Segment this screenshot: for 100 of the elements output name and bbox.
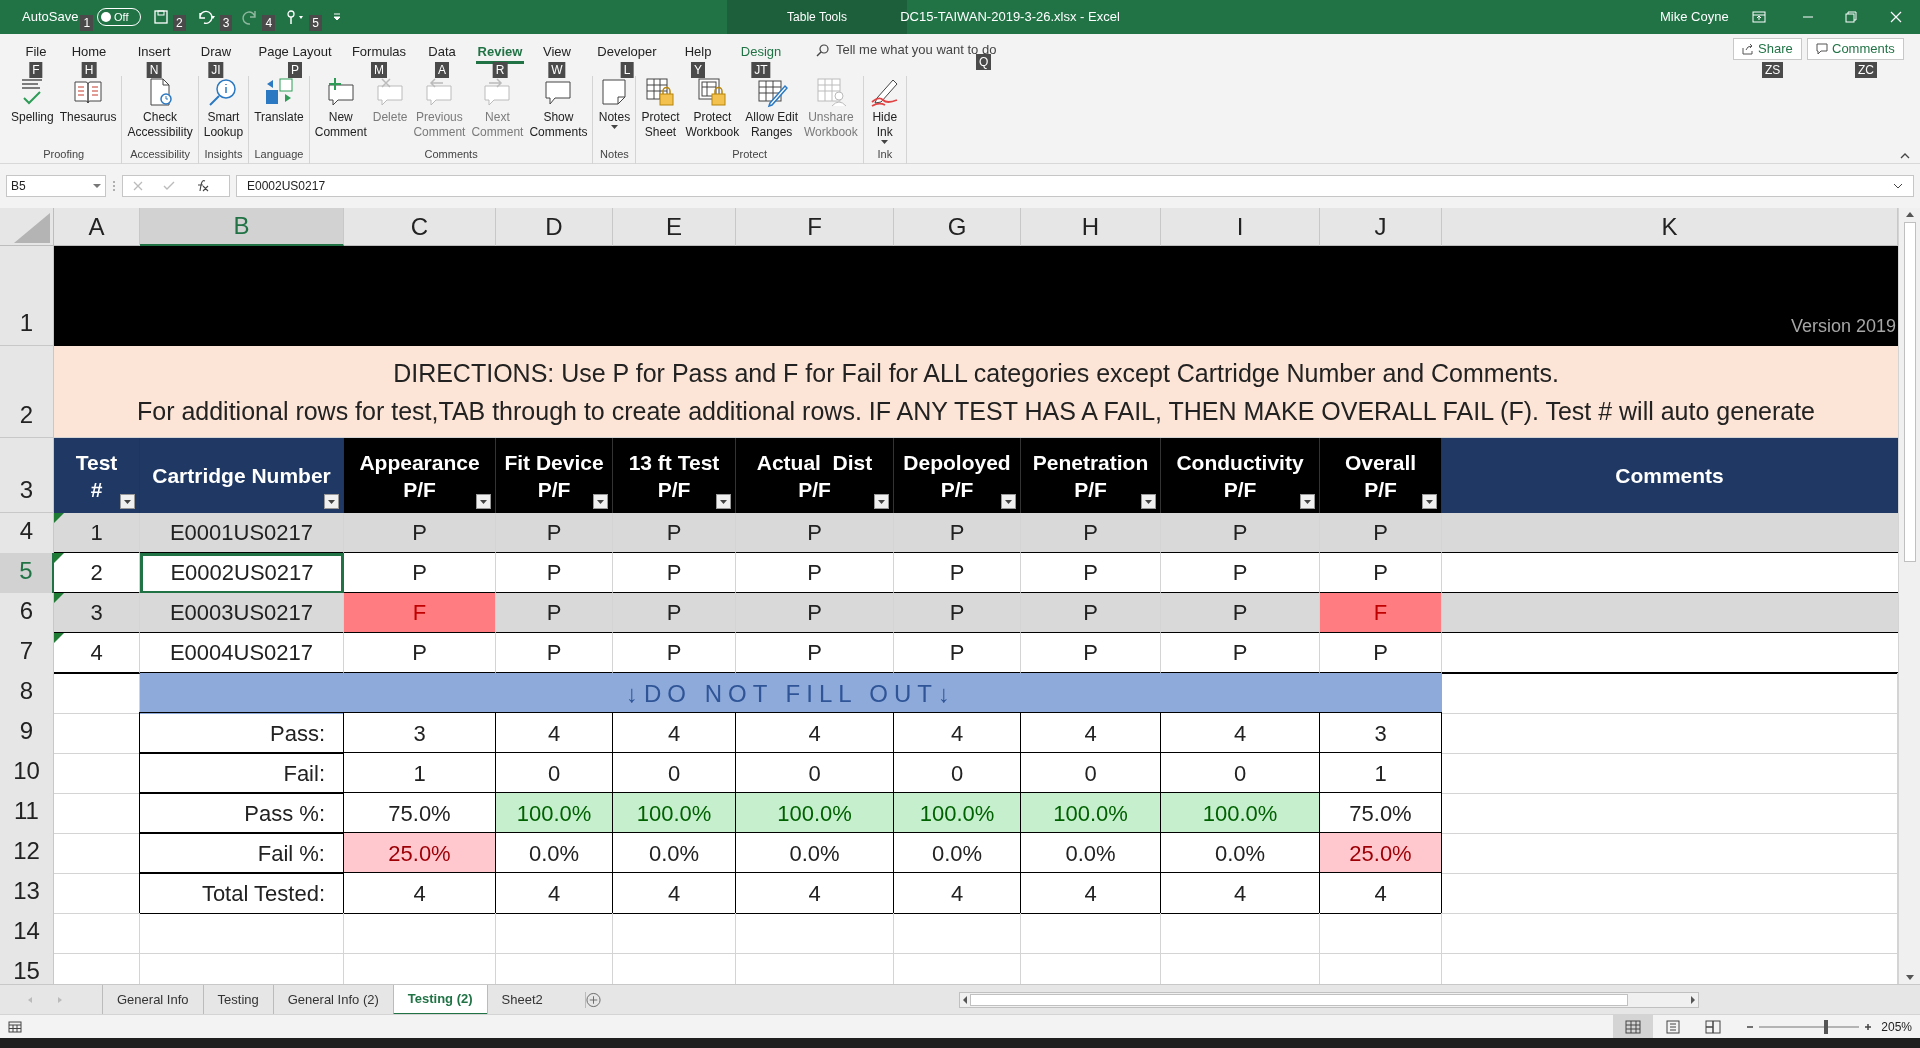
zoom-level[interactable]: 205% — [1881, 1017, 1912, 1036]
ribbon-button[interactable]: Hide Ink — [865, 76, 904, 145]
table-header-cell: 13 ft Test P/F — [613, 438, 736, 513]
table-header-cell: Cartridge Number — [140, 438, 344, 513]
filter-dropdown-icon[interactable] — [593, 494, 608, 509]
scrollbar-thumb[interactable] — [1903, 222, 1916, 562]
insert-function-icon[interactable] — [195, 180, 209, 192]
ribbon-tab[interactable]: Page Layout — [256, 36, 334, 64]
filter-dropdown-icon[interactable] — [476, 494, 491, 509]
table-cell: 100.0% — [1160, 792, 1320, 834]
ribbon-tab[interactable]: Developer — [595, 36, 659, 64]
table-cell[interactable]: E0002US0217 — [140, 553, 344, 594]
table-header-cell: Actual Dist P/F — [736, 438, 894, 513]
filter-dropdown-icon[interactable] — [1001, 494, 1016, 509]
close-icon[interactable] — [1890, 11, 1902, 23]
view-button[interactable] — [1613, 1014, 1654, 1039]
ribbon-tab[interactable]: Home — [69, 36, 109, 64]
ribbon-button[interactable]: Thesaurus — [56, 76, 120, 125]
row-header[interactable]: 13 — [0, 873, 54, 914]
table-cell: P — [894, 593, 1021, 634]
table-cell: 25.0% — [1319, 832, 1442, 874]
ribbon-tab[interactable]: Help — [682, 36, 714, 64]
touch-mode-button[interactable] — [285, 9, 306, 25]
filter-dropdown-icon[interactable] — [1141, 494, 1156, 509]
scroll-up-icon[interactable] — [1904, 210, 1915, 218]
customize-icon[interactable] — [331, 12, 342, 22]
table-cell: P — [344, 513, 496, 554]
table-cell: P — [344, 553, 496, 594]
table-cell: 3 — [1319, 712, 1442, 754]
ribbon-tab[interactable]: View — [541, 36, 573, 64]
zoom-in-icon[interactable] — [1863, 1021, 1874, 1032]
filter-dropdown-icon[interactable] — [324, 494, 339, 509]
ribbon-button[interactable]: Protect Sheet — [638, 76, 683, 140]
ribbon-tab[interactable]: File — [23, 36, 49, 64]
row-header[interactable]: 3 — [0, 438, 54, 513]
table-header-cell: Overall P/F — [1320, 438, 1442, 513]
ribbon-tab[interactable]: Design — [738, 36, 784, 64]
row-header[interactable]: 12 — [0, 833, 54, 874]
ribbon-button[interactable]: New Comment — [311, 76, 370, 140]
ribbon-button[interactable]: Notes — [595, 76, 634, 130]
ribbon-button[interactable]: Show Comments — [526, 76, 591, 140]
table-cell: P — [1161, 513, 1320, 554]
filter-dropdown-icon[interactable] — [1300, 494, 1315, 509]
ribbon-tab[interactable]: Formulas — [349, 36, 409, 64]
resize-handle-icon[interactable] — [112, 180, 116, 192]
ribbon-button[interactable]: Spelling — [8, 76, 57, 125]
row-header[interactable]: 6 — [0, 593, 54, 634]
row-header[interactable]: 8 — [0, 673, 54, 714]
table-cell: P — [496, 553, 613, 594]
ribbon-button[interactable]: Protect Workbook — [682, 76, 743, 140]
ribbon-button[interactable]: Smart Lookup — [200, 76, 247, 140]
ribbon-button[interactable]: Translate — [251, 76, 307, 125]
filter-dropdown-icon[interactable] — [874, 494, 889, 509]
formula-field[interactable]: E0002US0217 — [236, 175, 1914, 197]
ribbon-group-label: Protect — [732, 147, 768, 162]
keytip: 3 — [219, 15, 233, 31]
horizontal-scrollbar[interactable] — [958, 991, 1699, 1008]
row-header[interactable]: 1 — [0, 246, 54, 346]
table-cell: 4 — [343, 872, 496, 914]
collapse-ribbon-icon[interactable] — [1900, 152, 1910, 159]
name-box[interactable]: B5 — [6, 175, 106, 197]
table-cell: P — [496, 633, 613, 674]
table-cell: 1 — [1319, 752, 1442, 794]
grid-person-icon — [814, 76, 847, 108]
sheet-tab[interactable]: Testing (2) — [392, 984, 487, 1015]
ribbon-tab[interactable]: Insert — [135, 36, 173, 64]
comments-button[interactable]: Comments — [1807, 38, 1904, 60]
row-header[interactable]: 2 — [0, 346, 54, 438]
ribbon-button[interactable]: Check Accessibility — [124, 76, 196, 140]
ribbon-button[interactable]: Allow Edit Ranges — [742, 76, 801, 140]
row-header[interactable]: 5 — [0, 553, 54, 594]
filter-dropdown-icon[interactable] — [120, 494, 135, 509]
keytip: M — [371, 62, 387, 78]
row-header[interactable]: 11 — [0, 793, 54, 834]
share-button[interactable]: Share — [1733, 38, 1802, 60]
row-header[interactable]: 4 — [0, 513, 54, 554]
vertical-scrollbar[interactable] — [1898, 208, 1920, 984]
add-sheet-icon[interactable] — [584, 991, 601, 1008]
save-button[interactable] — [153, 9, 170, 25]
row-header[interactable]: 9 — [0, 713, 54, 754]
row-header[interactable]: 7 — [0, 633, 54, 674]
table-cell: 2 — [54, 553, 140, 594]
filter-dropdown-icon[interactable] — [1422, 494, 1437, 509]
table-header-cell: Conductivity P/F — [1161, 438, 1320, 513]
macro-record-icon[interactable] — [8, 1020, 22, 1033]
row-header[interactable]: 10 — [0, 753, 54, 794]
row-header[interactable]: 14 — [0, 913, 54, 954]
slider-thumb[interactable] — [1824, 1019, 1829, 1034]
scroll-down-icon[interactable] — [1904, 974, 1915, 982]
restore-icon[interactable] — [1845, 11, 1857, 23]
filter-dropdown-icon[interactable] — [716, 494, 731, 509]
grid-icon — [1625, 1019, 1642, 1034]
ribbon-tab[interactable]: Data — [426, 36, 458, 64]
ribbon-display-icon[interactable] — [1752, 11, 1766, 23]
column-header[interactable]: B — [140, 208, 344, 246]
redo-button[interactable] — [242, 9, 259, 25]
expand-icon[interactable] — [1893, 183, 1903, 189]
keytip: F — [29, 62, 43, 78]
row-header[interactable]: 15 — [0, 953, 54, 984]
ribbon-tab[interactable]: Draw — [198, 36, 234, 64]
